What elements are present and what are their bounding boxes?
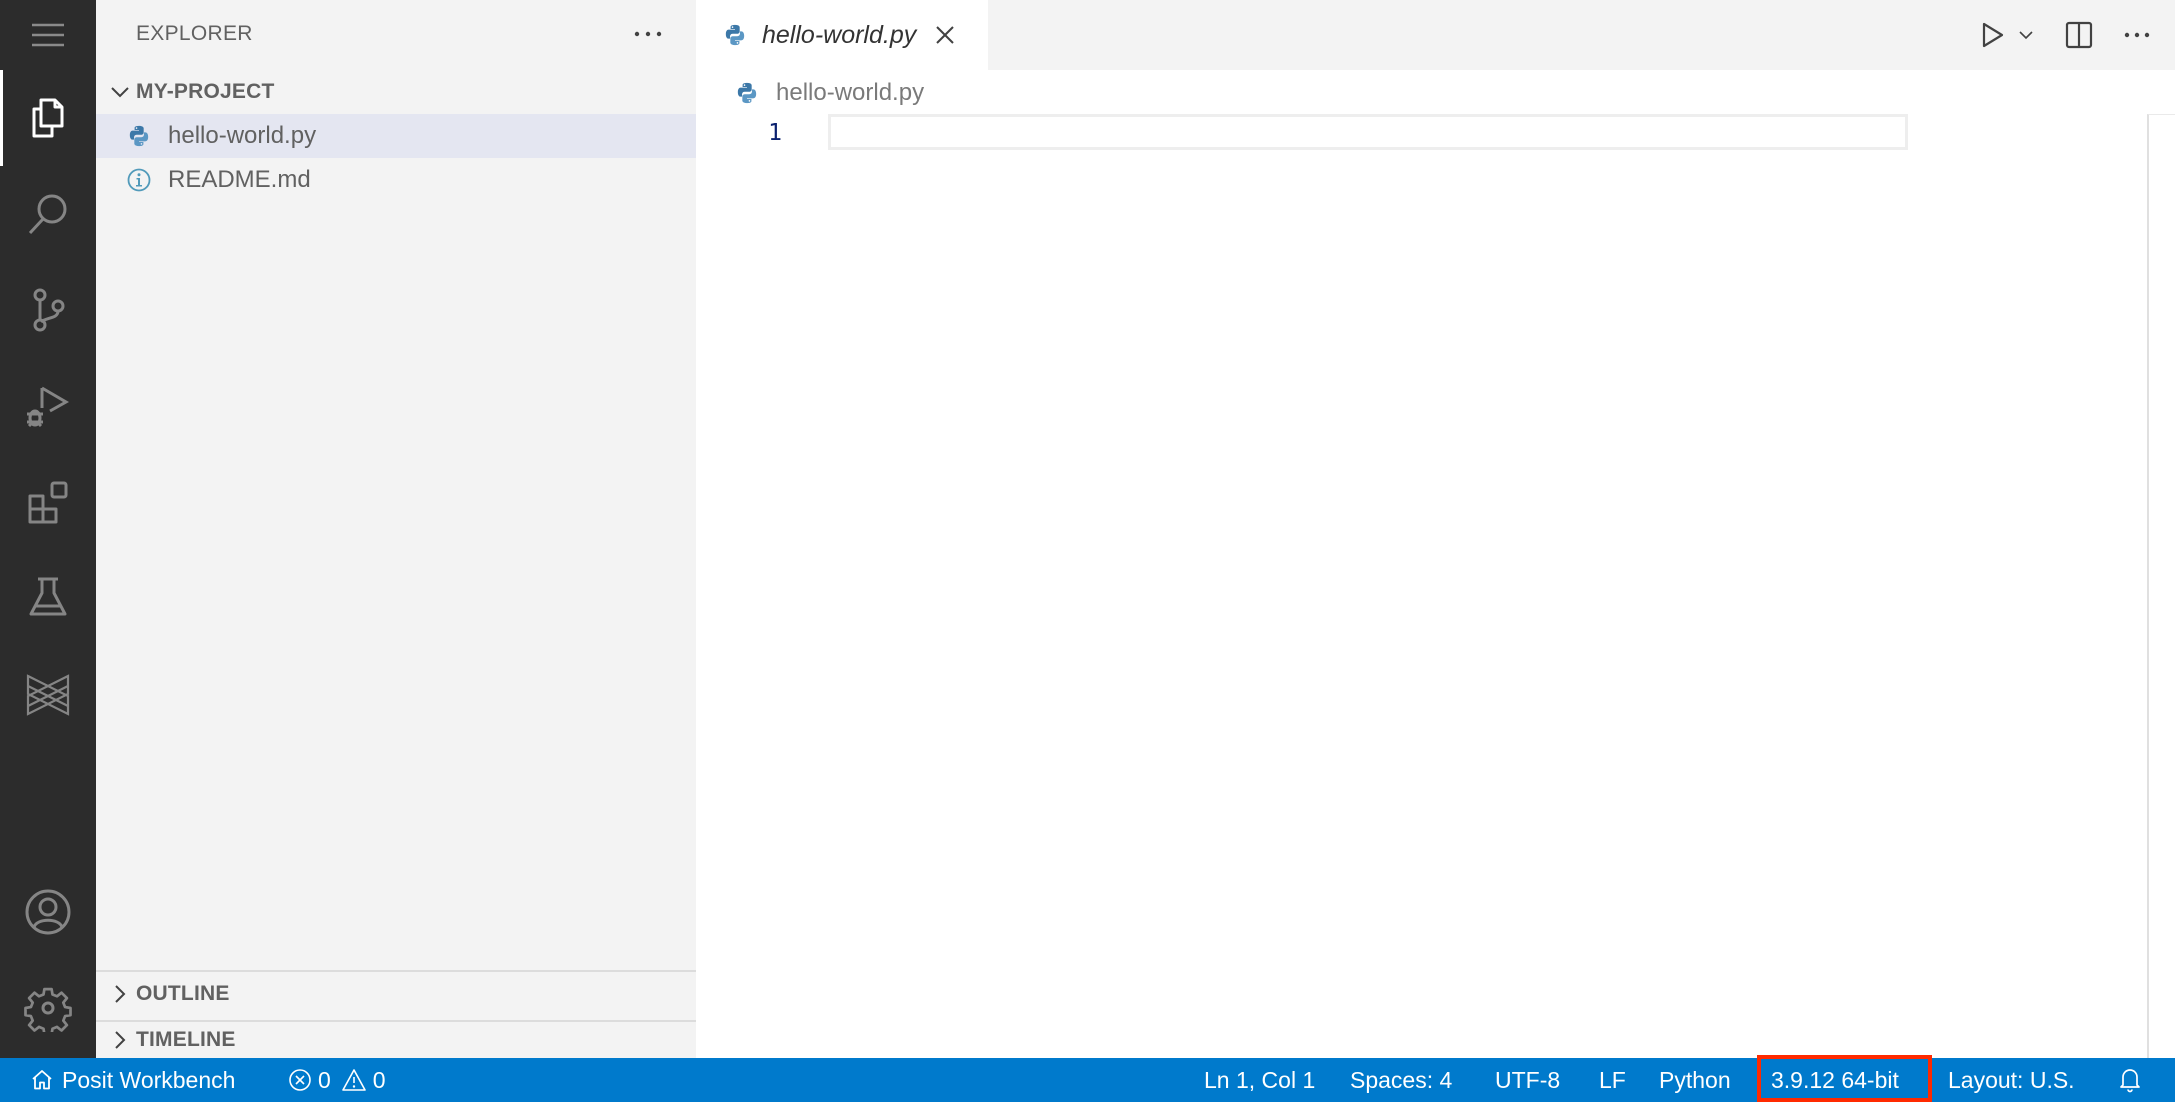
split-editor-button[interactable] xyxy=(2059,15,2099,55)
activity-posit-workbench[interactable] xyxy=(0,646,96,742)
tab-label: hello-world.py xyxy=(762,21,916,50)
status-bar: Posit Workbench 0 0 Ln 1, Col 1 Spaces: … xyxy=(0,1058,2175,1102)
warning-count: 0 xyxy=(373,1067,386,1094)
code-editor-textarea[interactable] xyxy=(828,114,2128,1044)
project-folder-header[interactable]: MY-PROJECT xyxy=(96,70,696,114)
source-control-icon xyxy=(24,286,72,334)
activity-source-control[interactable] xyxy=(0,262,96,358)
editor-more-actions-button[interactable] xyxy=(2117,15,2157,55)
end-of-line: LF xyxy=(1599,1067,1626,1094)
play-icon xyxy=(1980,21,2006,49)
file-item-readme[interactable]: README.md xyxy=(96,158,696,202)
tab-close-button[interactable] xyxy=(930,20,960,50)
posit-workbench-icon xyxy=(24,670,72,718)
timeline-label: TIMELINE xyxy=(136,1028,236,1052)
line-number: 1 xyxy=(762,116,782,150)
file-item-hello-world[interactable]: hello-world.py xyxy=(96,114,696,158)
run-debug-icon xyxy=(24,382,72,430)
editor-vertical-scrollbar[interactable] xyxy=(2147,114,2175,1058)
gear-icon xyxy=(24,984,72,1032)
tab-hello-world[interactable]: hello-world.py xyxy=(696,0,988,70)
status-notifications[interactable] xyxy=(2118,1058,2150,1102)
python-icon xyxy=(736,82,758,104)
activity-explorer[interactable] xyxy=(0,70,96,166)
info-icon xyxy=(127,168,151,192)
tab-bar: hello-world.py xyxy=(696,0,2175,70)
indentation: Spaces: 4 xyxy=(1350,1067,1452,1094)
beaker-icon xyxy=(24,574,72,622)
run-python-file-button[interactable] xyxy=(1975,15,2011,55)
python-icon xyxy=(128,125,150,147)
status-cursor-position[interactable]: Ln 1, Col 1 xyxy=(1204,1058,1315,1102)
bell-icon xyxy=(2118,1067,2142,1093)
chevron-down-icon xyxy=(2018,30,2034,40)
remote-label: Posit Workbench xyxy=(62,1067,235,1094)
explorer-title: EXPLORER xyxy=(136,22,253,46)
outline-label: OUTLINE xyxy=(136,982,230,1006)
run-options-dropdown[interactable] xyxy=(2011,15,2041,55)
activity-extensions[interactable] xyxy=(0,454,96,550)
editor-group: hello-world.py h xyxy=(696,0,2175,1058)
project-folder-label: MY-PROJECT xyxy=(136,80,275,104)
activity-testing[interactable] xyxy=(0,550,96,646)
chevron-down-icon xyxy=(106,78,134,106)
explorer-more-actions-button[interactable] xyxy=(628,16,668,52)
status-eol[interactable]: LF xyxy=(1599,1058,1626,1102)
activity-search[interactable] xyxy=(0,166,96,262)
status-problems[interactable]: 0 0 xyxy=(288,1058,386,1102)
ellipsis-icon xyxy=(633,30,663,38)
application-menu-button[interactable] xyxy=(0,0,96,70)
breadcrumb: hello-world.py xyxy=(736,75,924,111)
chevron-right-icon xyxy=(106,1026,134,1054)
status-keyboard-layout[interactable]: Layout: U.S. xyxy=(1948,1058,2075,1102)
close-icon xyxy=(934,24,956,46)
files-icon xyxy=(24,94,72,142)
file-name: hello-world.py xyxy=(168,122,316,150)
keyboard-layout: Layout: U.S. xyxy=(1948,1067,2075,1094)
error-count: 0 xyxy=(318,1067,331,1094)
python-interpreter: 3.9.12 64-bit xyxy=(1771,1067,1899,1094)
status-indentation[interactable]: Spaces: 4 xyxy=(1350,1058,1452,1102)
encoding: UTF-8 xyxy=(1495,1067,1560,1094)
account-icon xyxy=(24,888,72,936)
error-icon xyxy=(288,1068,312,1092)
split-editor-icon xyxy=(2065,21,2093,49)
activity-accounts[interactable] xyxy=(0,864,96,960)
outline-section-header[interactable]: OUTLINE xyxy=(96,972,696,1016)
file-name: README.md xyxy=(168,166,311,194)
cursor-position: Ln 1, Col 1 xyxy=(1204,1067,1315,1094)
timeline-section-header[interactable]: TIMELINE xyxy=(96,1018,696,1062)
extensions-icon xyxy=(24,478,72,526)
menu-icon xyxy=(30,17,66,53)
chevron-right-icon xyxy=(106,980,134,1008)
status-python-interpreter[interactable]: 3.9.12 64-bit xyxy=(1771,1058,1899,1102)
activity-manage[interactable] xyxy=(0,960,96,1056)
home-icon xyxy=(30,1068,54,1092)
activity-bar xyxy=(0,0,96,1058)
explorer-sidebar: EXPLORER MY-PROJECT hello-world.py READM… xyxy=(96,0,696,1058)
language-mode: Python xyxy=(1659,1067,1731,1094)
status-remote-posit-workbench[interactable]: Posit Workbench xyxy=(30,1058,235,1102)
activity-run-debug[interactable] xyxy=(0,358,96,454)
editor-actions xyxy=(1975,0,2157,70)
ellipsis-icon xyxy=(2123,31,2151,39)
python-icon xyxy=(724,24,746,46)
breadcrumb-file[interactable]: hello-world.py xyxy=(776,79,924,107)
search-icon xyxy=(24,190,72,238)
status-language-mode[interactable]: Python xyxy=(1659,1058,1731,1102)
warning-icon xyxy=(341,1068,367,1092)
status-encoding[interactable]: UTF-8 xyxy=(1495,1058,1560,1102)
